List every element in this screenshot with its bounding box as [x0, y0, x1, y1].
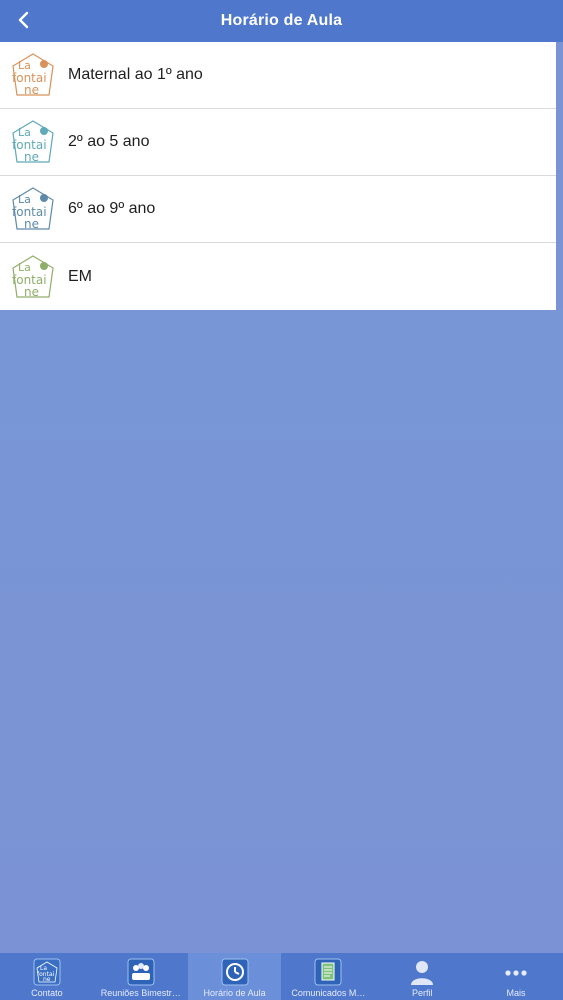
page-title: Horário de Aula [220, 12, 343, 29]
tab-label: Perfil [411, 988, 433, 998]
list-item-fundamental-2[interactable]: La fontai ne 6º ao 9º ano [0, 176, 556, 243]
person-icon [411, 961, 434, 985]
schedule-icon [221, 958, 249, 986]
empty-content-area [0, 310, 563, 953]
list-item-label: 6º ao 9º ano [68, 200, 156, 217]
tab-reunioes[interactable]: Reuniões Bimestr… [94, 953, 188, 1000]
list-edge [556, 42, 563, 310]
svg-text:ne: ne [24, 217, 39, 231]
la-fontaine-logo-icon: La fontai ne [12, 53, 54, 97]
meeting-icon [127, 958, 155, 986]
tab-label: Contato [31, 988, 63, 998]
bottom-tab-bar: La fontai ne Contato Reuniões Bimestr… H… [0, 953, 563, 1000]
list-item-label: 2º ao 5 ano [68, 133, 150, 150]
tab-label: Horário de Aula [203, 988, 266, 998]
list-item-label: Maternal ao 1º ano [68, 66, 203, 83]
tab-label: Comunicados M… [291, 988, 366, 998]
tab-perfil[interactable]: Perfil [375, 953, 469, 1000]
tab-mais[interactable]: Mais [469, 953, 563, 1000]
document-icon [314, 958, 342, 986]
list-item-maternal[interactable]: La fontai ne Maternal ao 1º ano [0, 42, 556, 109]
tab-label: Mais [506, 988, 526, 998]
list-item-fundamental-1[interactable]: La fontai ne 2º ao 5 ano [0, 109, 556, 176]
school-logo-icon: La fontai ne [33, 958, 61, 986]
la-fontaine-logo-icon: La fontai ne [12, 187, 54, 231]
tab-label: Reuniões Bimestr… [100, 988, 181, 998]
svg-text:ne: ne [24, 150, 39, 164]
la-fontaine-logo-icon: La fontai ne [12, 254, 54, 299]
svg-text:ne: ne [24, 285, 39, 299]
grade-list: La fontai ne Maternal ao 1º ano La fonta… [0, 42, 556, 310]
svg-text:ne: ne [24, 83, 39, 97]
back-button[interactable] [10, 6, 38, 34]
list-item-label: EM [68, 267, 92, 285]
chevron-left-icon [18, 11, 29, 29]
list-item-em[interactable]: La fontai ne EM [0, 243, 556, 310]
top-nav-bar: Horário de Aula [0, 0, 563, 42]
tab-comunicados[interactable]: Comunicados M… [281, 953, 375, 1000]
tab-contato[interactable]: La fontai ne Contato [0, 953, 94, 1000]
la-fontaine-logo-icon: La fontai ne [12, 120, 54, 164]
tab-horario[interactable]: Horário de Aula [187, 953, 282, 1000]
svg-text:ne: ne [43, 976, 51, 983]
more-icon [505, 970, 527, 976]
